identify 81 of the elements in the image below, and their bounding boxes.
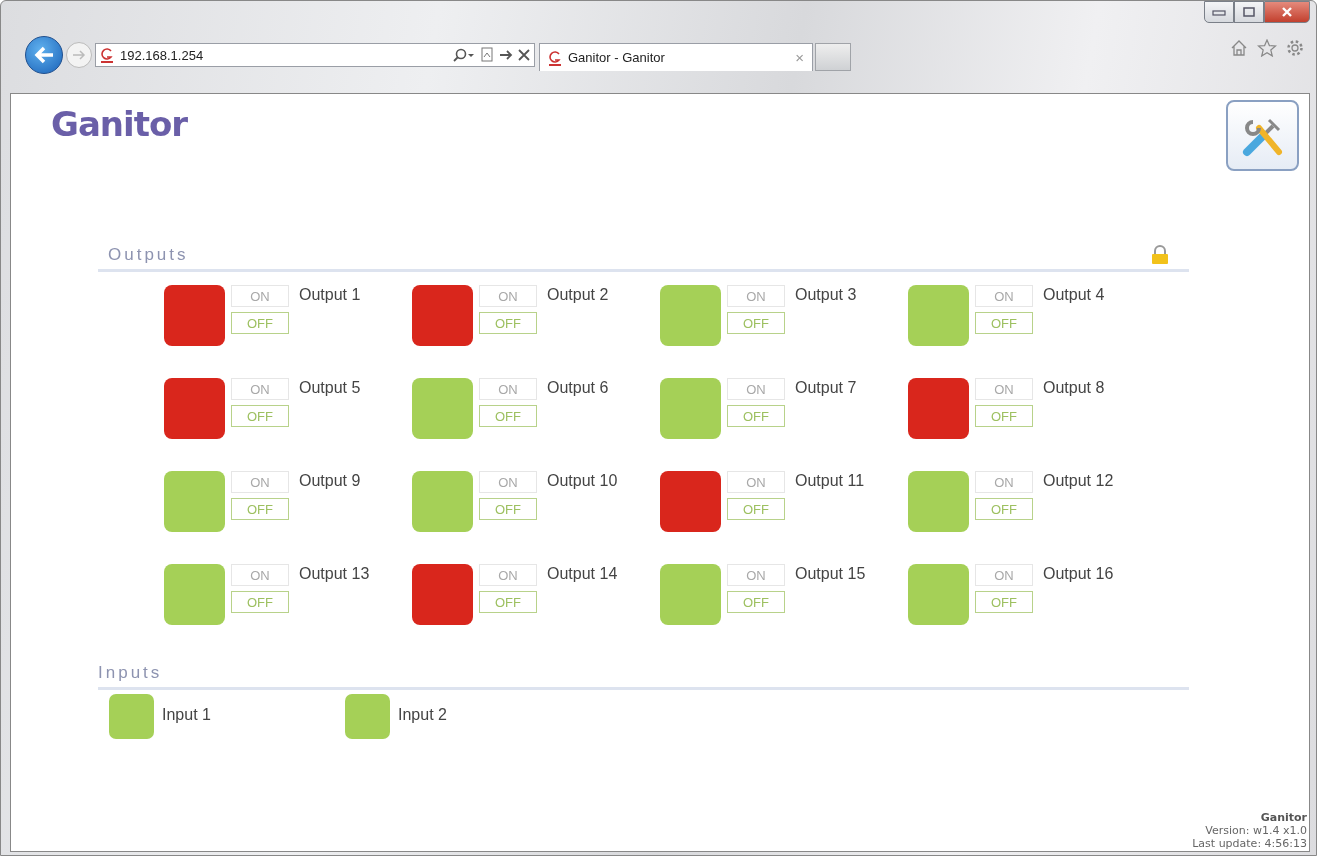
new-tab-button[interactable] xyxy=(815,43,851,71)
on-button[interactable]: ON xyxy=(727,378,785,400)
off-button[interactable]: OFF xyxy=(975,312,1033,334)
star-icon[interactable] xyxy=(1257,39,1277,57)
on-button[interactable]: ON xyxy=(231,471,289,493)
browser-tab[interactable]: Ganitor - Ganitor × xyxy=(539,43,813,71)
output-label: Output 16 xyxy=(1043,565,1114,583)
output-label: Output 13 xyxy=(299,565,370,583)
tab-close-button[interactable]: × xyxy=(795,49,804,66)
off-button[interactable]: OFF xyxy=(231,498,289,520)
back-button[interactable] xyxy=(25,36,63,74)
output-label: Output 15 xyxy=(795,565,866,583)
output-label: Output 2 xyxy=(547,286,609,304)
output-label: Output 14 xyxy=(547,565,618,583)
on-button[interactable]: ON xyxy=(727,564,785,586)
output-label: Output 3 xyxy=(795,286,857,304)
on-button[interactable]: ON xyxy=(727,471,785,493)
on-button[interactable]: ON xyxy=(479,471,537,493)
off-button[interactable]: OFF xyxy=(727,405,785,427)
off-button[interactable]: OFF xyxy=(231,591,289,613)
off-button[interactable]: OFF xyxy=(727,498,785,520)
input-label: Input 1 xyxy=(162,706,211,724)
search-icon[interactable] xyxy=(453,48,475,62)
stop-icon[interactable] xyxy=(518,49,530,61)
settings-button[interactable] xyxy=(1226,100,1299,171)
off-button[interactable]: OFF xyxy=(231,312,289,334)
off-button[interactable]: OFF xyxy=(479,312,537,334)
home-icon[interactable] xyxy=(1230,39,1248,57)
on-button[interactable]: ON xyxy=(479,564,537,586)
address-text: 192.168.1.254 xyxy=(120,47,205,63)
off-button[interactable]: OFF xyxy=(727,312,785,334)
output-label: Output 4 xyxy=(1043,286,1105,304)
product-name: Ganitor xyxy=(1260,811,1307,824)
output-label: Output 11 xyxy=(795,472,865,490)
on-button[interactable]: ON xyxy=(231,285,289,307)
on-button[interactable]: ON xyxy=(727,285,785,307)
back-arrow-icon xyxy=(33,45,55,65)
tab-title: Ganitor - Ganitor xyxy=(568,50,666,65)
output-label: Output 10 xyxy=(547,472,618,490)
off-button[interactable]: OFF xyxy=(479,405,537,427)
site-icon xyxy=(100,47,114,63)
on-button[interactable]: ON xyxy=(975,285,1033,307)
site-icon xyxy=(548,49,562,66)
on-button[interactable]: ON xyxy=(231,378,289,400)
off-button[interactable]: OFF xyxy=(479,498,537,520)
padlock-icon[interactable] xyxy=(1151,245,1169,265)
close-icon xyxy=(1281,7,1293,17)
output-label: Output 5 xyxy=(299,379,361,397)
version-text: Version: w1.4 x1.0 xyxy=(1205,824,1307,837)
address-bar[interactable]: 192.168.1.254 xyxy=(95,43,535,67)
input-label: Input 2 xyxy=(398,706,447,724)
section-title: Outputs xyxy=(108,245,189,265)
off-button[interactable]: OFF xyxy=(975,405,1033,427)
on-button[interactable]: ON xyxy=(479,378,537,400)
off-button[interactable]: OFF xyxy=(727,591,785,613)
off-button[interactable]: OFF xyxy=(975,498,1033,520)
on-button[interactable]: ON xyxy=(479,285,537,307)
on-button[interactable]: ON xyxy=(231,564,289,586)
on-button[interactable]: ON xyxy=(975,471,1033,493)
forward-arrow-icon xyxy=(72,49,86,61)
output-label: Output 1 xyxy=(299,286,361,304)
output-label: Output 7 xyxy=(795,379,857,397)
settings-icon[interactable] xyxy=(1286,39,1304,57)
on-button[interactable]: ON xyxy=(975,564,1033,586)
section-title: Inputs xyxy=(98,663,163,683)
close-button[interactable] xyxy=(1264,1,1310,23)
off-button[interactable]: OFF xyxy=(231,405,289,427)
minimize-icon xyxy=(1212,8,1226,16)
last-update-text: Last update: 4:56:13 xyxy=(1192,837,1307,850)
output-label: Output 9 xyxy=(299,472,361,490)
maximize-icon xyxy=(1243,7,1255,17)
go-arrow-icon[interactable] xyxy=(499,48,513,62)
maximize-button[interactable] xyxy=(1234,1,1264,23)
on-button[interactable]: ON xyxy=(975,378,1033,400)
logo-text: Ganitor xyxy=(51,104,188,144)
off-button[interactable]: OFF xyxy=(975,591,1033,613)
minimize-button[interactable] xyxy=(1204,1,1234,23)
off-button[interactable]: OFF xyxy=(479,591,537,613)
output-label: Output 8 xyxy=(1043,379,1105,397)
output-label: Output 6 xyxy=(547,379,609,397)
output-label: Output 12 xyxy=(1043,472,1114,490)
